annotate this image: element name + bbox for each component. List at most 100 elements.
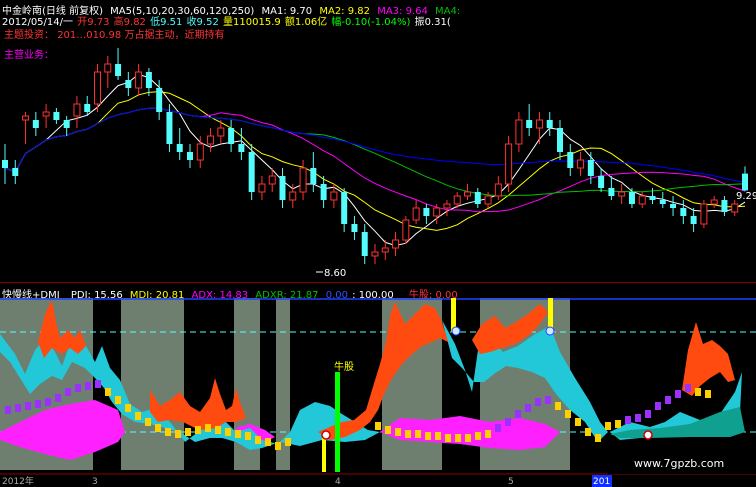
adx-dot	[145, 418, 151, 426]
candle-body[interactable]	[710, 199, 718, 205]
candle-body[interactable]	[638, 195, 646, 205]
signal-dot-2	[451, 326, 461, 336]
candle-body[interactable]	[279, 176, 286, 200]
candle-body[interactable]	[268, 175, 276, 185]
candle-body[interactable]	[700, 203, 708, 225]
candle-body[interactable]	[505, 143, 513, 185]
candle-body[interactable]	[53, 112, 60, 120]
candle-body[interactable]	[217, 127, 225, 137]
candle-body[interactable]	[310, 168, 317, 184]
adx-dot	[585, 428, 591, 436]
candle-body[interactable]	[32, 120, 39, 128]
candle-body[interactable]	[125, 80, 132, 88]
candle-body[interactable]	[742, 173, 748, 191]
candle-body[interactable]	[156, 88, 163, 112]
candle-body[interactable]	[258, 183, 266, 193]
adx-dot	[555, 402, 561, 410]
candle-body[interactable]	[731, 203, 739, 213]
adx-dot	[425, 432, 431, 440]
candle-body[interactable]	[371, 251, 379, 257]
green-marker	[335, 372, 340, 472]
candle-body[interactable]	[392, 239, 400, 249]
candle-body[interactable]	[423, 208, 430, 216]
adx-dot	[565, 410, 571, 418]
candle-body[interactable]	[228, 128, 235, 144]
candle-body[interactable]	[494, 183, 502, 197]
signal-dot-4	[643, 430, 653, 440]
candle-body[interactable]	[351, 224, 358, 232]
candle-body[interactable]	[598, 176, 605, 188]
candle-body[interactable]	[402, 219, 410, 241]
candle-body[interactable]	[104, 63, 112, 73]
candle-body[interactable]	[73, 103, 81, 117]
candle-body[interactable]	[248, 152, 255, 192]
adx-dot	[165, 428, 171, 436]
candle-body[interactable]	[690, 216, 697, 224]
ma30-line	[4, 107, 746, 197]
candle-body[interactable]	[320, 184, 327, 200]
candle-body[interactable]	[535, 119, 543, 129]
indicator-chart[interactable]: 牛股 2012年 3 4 5 201 www.7gpzb.com	[0, 282, 756, 487]
x-label-4: 4	[335, 477, 341, 487]
adx-dot	[535, 398, 541, 406]
ma10-line	[4, 91, 746, 231]
candle-body[interactable]	[84, 104, 91, 112]
bull-marker-label: 牛股	[334, 360, 354, 373]
candle-body[interactable]	[670, 204, 677, 208]
adx-dot	[235, 430, 241, 438]
candle-body[interactable]	[330, 191, 338, 201]
candle-body[interactable]	[289, 191, 297, 201]
candle-body[interactable]	[567, 152, 574, 168]
candle-body[interactable]	[557, 128, 563, 152]
candle-body[interactable]	[135, 71, 143, 89]
candle-body[interactable]	[94, 71, 101, 105]
candle-body[interactable]	[187, 152, 193, 160]
candle-body[interactable]	[115, 64, 122, 76]
x-label-5: 5	[508, 477, 514, 487]
candle-body[interactable]	[196, 143, 204, 161]
candle-body[interactable]	[587, 160, 594, 176]
adx-dot	[625, 416, 631, 424]
candle-body[interactable]	[628, 192, 635, 204]
adx-dot	[65, 388, 71, 396]
adx-dot	[85, 382, 91, 390]
candle-body[interactable]	[22, 115, 30, 121]
candle-body[interactable]	[2, 160, 8, 168]
candle-body[interactable]	[649, 196, 656, 200]
adx-dot	[475, 432, 481, 440]
candle-body[interactable]	[464, 191, 471, 197]
candle-body[interactable]	[659, 200, 666, 204]
candle-body[interactable]	[526, 120, 533, 128]
candle-body[interactable]	[577, 159, 585, 169]
candle-body[interactable]	[433, 207, 441, 217]
candle-body[interactable]	[453, 195, 461, 205]
candle-body[interactable]	[12, 168, 19, 176]
candle-body[interactable]	[474, 192, 481, 204]
candle-body[interactable]	[176, 144, 183, 152]
candle-body[interactable]	[63, 120, 70, 128]
candle-body[interactable]	[299, 167, 307, 193]
candle-body[interactable]	[443, 203, 451, 209]
candle-body[interactable]	[207, 135, 215, 145]
candle-body[interactable]	[515, 119, 523, 145]
candle-body[interactable]	[238, 144, 245, 152]
adx-dot	[225, 428, 231, 436]
ma60-line	[4, 107, 746, 183]
signal-dot-3	[545, 326, 555, 336]
candle-body[interactable]	[381, 247, 389, 253]
candle-body[interactable]	[42, 111, 50, 117]
candle-body[interactable]	[608, 188, 615, 196]
candlestick-chart[interactable]: 9.29 8.60	[0, 0, 756, 282]
candle-body[interactable]	[341, 192, 348, 224]
candle-body[interactable]	[412, 207, 420, 221]
candle-body[interactable]	[361, 232, 368, 256]
candle-body[interactable]	[618, 191, 626, 197]
candle-body[interactable]	[680, 208, 687, 216]
adx-dot	[405, 430, 411, 438]
candle-body[interactable]	[721, 200, 728, 212]
candle-body[interactable]	[546, 120, 553, 128]
watermark: www.7gpzb.com	[634, 457, 724, 470]
candle-body[interactable]	[145, 72, 152, 88]
candle-body[interactable]	[484, 195, 492, 205]
candle-body[interactable]	[166, 112, 173, 144]
